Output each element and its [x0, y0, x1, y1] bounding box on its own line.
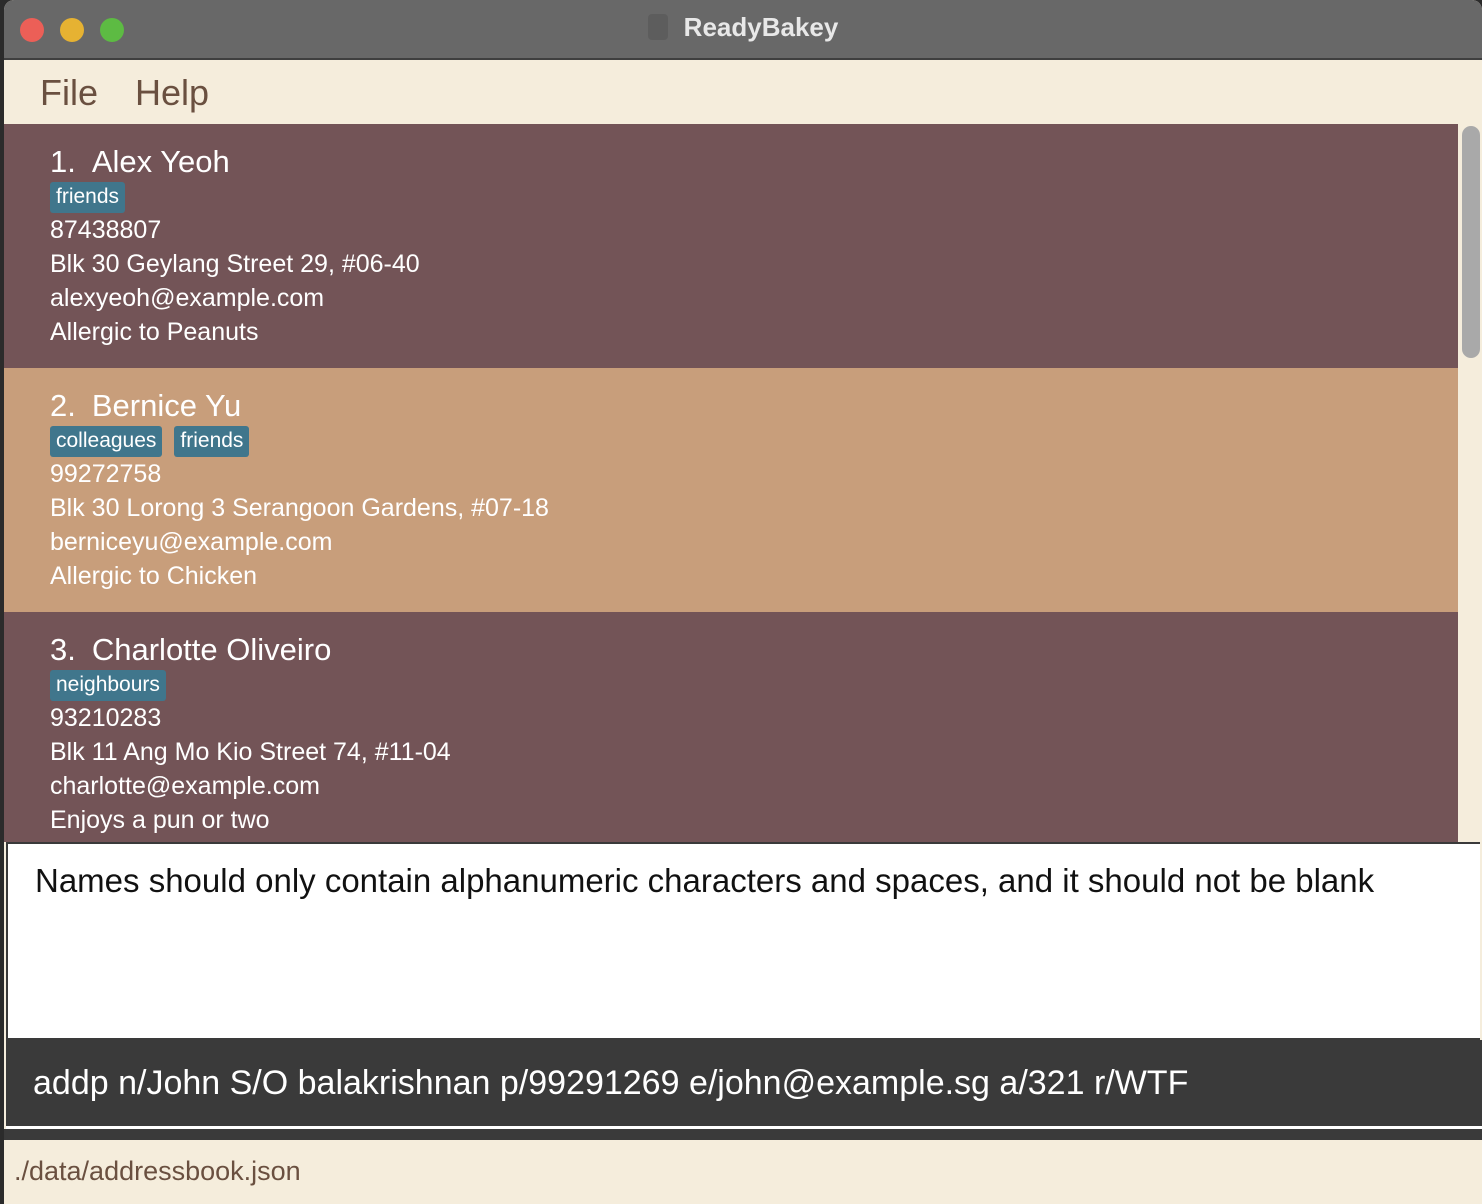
person-phone: 93210283	[50, 704, 162, 732]
status-bar: ./data/addressbook.json	[4, 1140, 1482, 1204]
menu-help[interactable]: Help	[135, 72, 209, 114]
result-message: Names should only contain alphanumeric c…	[35, 862, 1375, 899]
person-phone: 99272758	[50, 460, 162, 488]
tag-list: friends	[50, 182, 137, 213]
menu-bar: File Help	[4, 60, 1482, 124]
person-name: Charlotte Oliveiro	[91, 632, 332, 667]
person-address: Blk 30 Geylang Street 29, #06-40	[50, 250, 420, 278]
person-card[interactable]: 2. Bernice Yu colleagues friends 99272758 …	[4, 368, 1458, 612]
tag: friends	[174, 426, 250, 457]
app-icon	[647, 14, 668, 40]
tag-list: colleagues friends	[50, 426, 261, 457]
person-index: 2.	[50, 388, 76, 423]
list-scrollbar[interactable]	[1458, 124, 1482, 842]
person-card[interactable]: 1. Alex Yeoh friends 87438807 Blk 30 Geyl…	[4, 124, 1458, 368]
person-address: Blk 30 Lorong 3 Serangoon Gardens, #07-1…	[50, 494, 549, 522]
save-location: ./data/addressbook.json	[14, 1156, 301, 1186]
person-address: Blk 11 Ang Mo Kio Street 74, #11-04	[50, 738, 451, 766]
command-input[interactable]	[6, 1040, 1482, 1126]
person-name: Alex Yeoh	[91, 144, 230, 179]
person-index: 1.	[50, 144, 76, 179]
person-name: Bernice Yu	[91, 388, 242, 423]
tag: neighbours	[50, 670, 166, 701]
person-phone: 87438807	[50, 216, 162, 244]
person-card[interactable]: 3. Charlotte Oliveiro neighbours 93210283…	[4, 612, 1458, 842]
person-name-line: 1. Alex Yeoh	[50, 144, 230, 180]
person-email: charlotte@example.com	[50, 772, 320, 800]
person-email: berniceyu@example.com	[50, 528, 333, 556]
tag: friends	[50, 182, 126, 213]
person-index: 3.	[50, 632, 76, 667]
command-box	[6, 1040, 1482, 1126]
scrollbar-thumb[interactable]	[1462, 126, 1480, 358]
app-window: ReadyBakey File Help 1. Alex Yeoh friends…	[4, 0, 1482, 1204]
person-name-line: 3. Charlotte Oliveiro	[50, 632, 331, 668]
result-display: Names should only contain alphanumeric c…	[6, 842, 1480, 1040]
person-name-line: 2. Bernice Yu	[50, 388, 241, 424]
person-email: alexyeoh@example.com	[50, 284, 325, 312]
command-box-bottom	[4, 1129, 1482, 1140]
window-title: ReadyBakey	[683, 12, 839, 42]
title-bar[interactable]: ReadyBakey	[4, 0, 1482, 60]
tag-list: neighbours	[50, 670, 178, 701]
person-remark: Allergic to Peanuts	[50, 318, 259, 346]
person-list[interactable]: 1. Alex Yeoh friends 87438807 Blk 30 Geyl…	[4, 124, 1458, 842]
tag: colleagues	[50, 426, 163, 457]
person-remark: Allergic to Chicken	[50, 562, 258, 590]
menu-file[interactable]: File	[40, 72, 98, 114]
person-remark: Enjoys a pun or two	[50, 806, 270, 834]
window-title-area: ReadyBakey	[4, 12, 1482, 43]
